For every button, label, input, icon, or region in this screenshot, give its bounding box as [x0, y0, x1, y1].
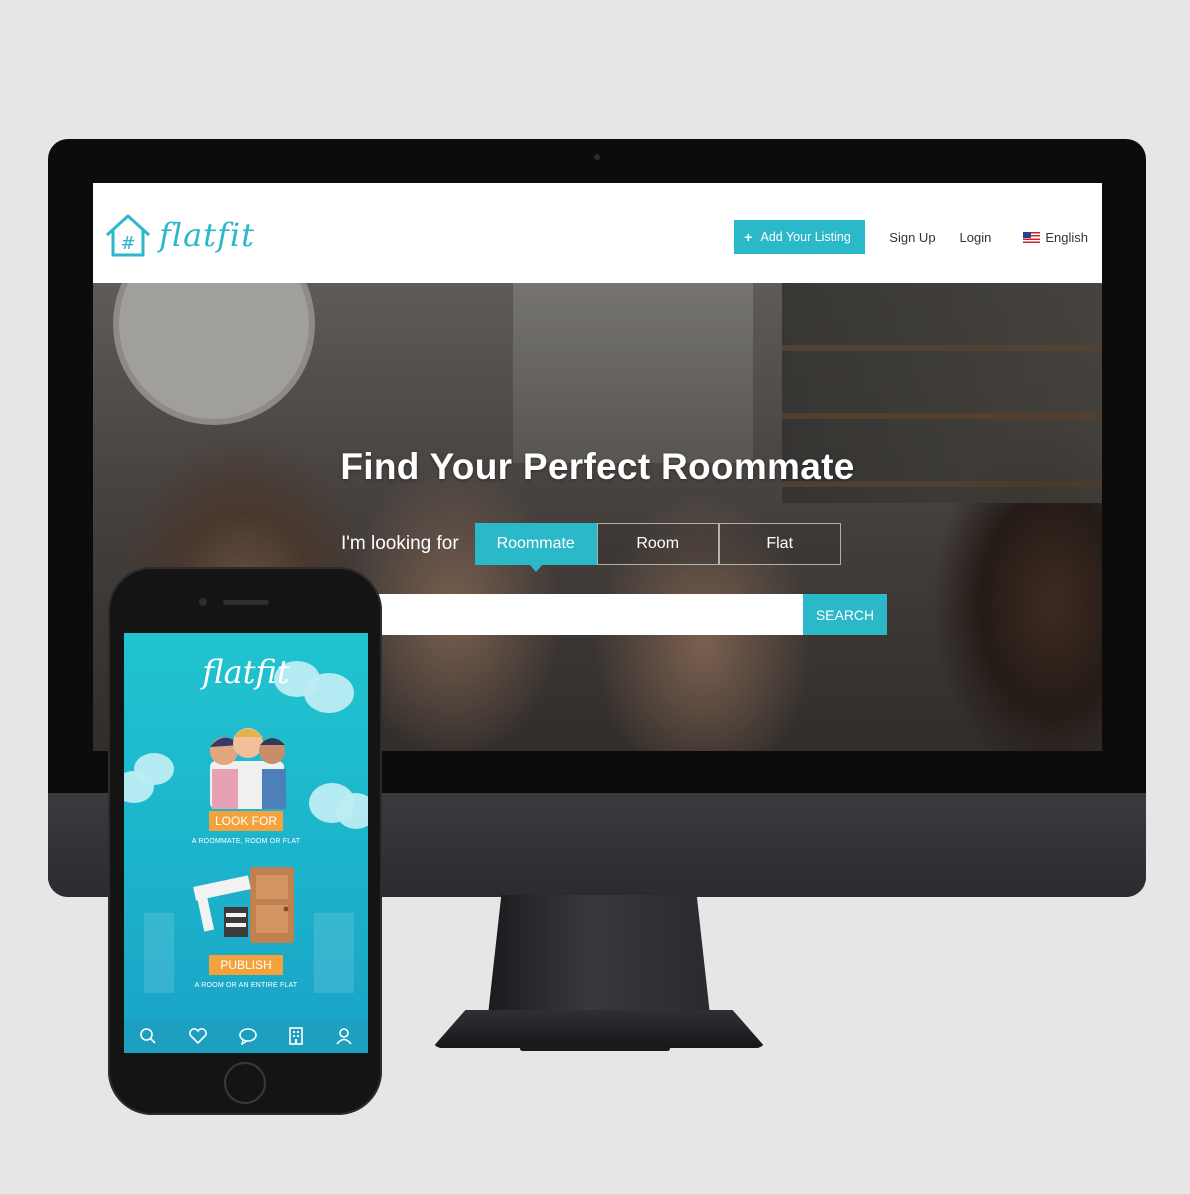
user-icon[interactable] [335, 1027, 353, 1045]
building-icon[interactable] [288, 1027, 304, 1045]
search-button[interactable]: SEARCH [803, 594, 887, 635]
phone-earpiece [223, 600, 269, 605]
app-screen: flatfit LOOK FOR A ROOMMATE, ROOM OR FLA… [124, 633, 368, 1053]
search-row: SEARCH [348, 594, 887, 635]
monitor-stand [488, 895, 710, 1015]
site-header: # flatfit + Add Your Listing Sign Up Log… [93, 183, 1102, 283]
plus-icon: + [744, 229, 753, 245]
look-for-button[interactable]: LOOK FOR [209, 811, 283, 831]
cloud-decoration [336, 793, 368, 829]
option-room[interactable]: Room [596, 523, 719, 565]
hero-title: Find Your Perfect Roommate [340, 446, 855, 487]
monitor-camera [594, 154, 600, 160]
phone-camera [199, 598, 207, 606]
add-listing-label: Add Your Listing [760, 230, 851, 244]
publish-button[interactable]: PUBLISH [209, 955, 283, 975]
option-roommate[interactable]: Roommate [474, 523, 597, 572]
option-flat[interactable]: Flat [718, 523, 841, 565]
search-input[interactable] [348, 594, 803, 635]
login-link[interactable]: Login [960, 230, 992, 245]
mobile-phone: flatfit LOOK FOR A ROOMMATE, ROOM OR FLA… [108, 567, 382, 1115]
publish-subtitle: A ROOM OR AN ENTIRE FLAT [194, 982, 298, 989]
heart-icon[interactable] [188, 1027, 208, 1045]
monitor-stand-base [432, 1010, 766, 1048]
app-bottom-nav [124, 1019, 368, 1053]
roommates-illustration [210, 728, 286, 809]
add-listing-button[interactable]: + Add Your Listing [734, 220, 866, 254]
us-flag-icon [1023, 231, 1041, 243]
logo-text: flatfit [159, 216, 255, 254]
look-for-subtitle: A ROOMMATE, ROOM OR FLAT [191, 838, 301, 845]
language-selector[interactable]: English [1023, 230, 1088, 245]
furniture-illustration [193, 867, 294, 943]
chat-icon[interactable] [238, 1027, 258, 1045]
phone-home-button[interactable] [224, 1062, 266, 1104]
main-nav: + Add Your Listing Sign Up Login English [734, 220, 1088, 254]
search-type-toggle: Roommate Room Flat [474, 523, 841, 572]
looking-for-row: I'm looking for Roommate Room Flat [341, 523, 841, 572]
app-logo: flatfit [202, 653, 290, 691]
looking-for-label: I'm looking for [341, 533, 459, 554]
monitor-stand-shadow [520, 1046, 670, 1051]
search-icon[interactable] [139, 1027, 157, 1045]
site-logo[interactable]: # flatfit [103, 211, 255, 259]
house-logo-icon: # [105, 214, 151, 257]
language-label: English [1045, 229, 1088, 245]
svg-text:#: # [120, 233, 135, 254]
sign-up-link[interactable]: Sign Up [889, 230, 935, 245]
